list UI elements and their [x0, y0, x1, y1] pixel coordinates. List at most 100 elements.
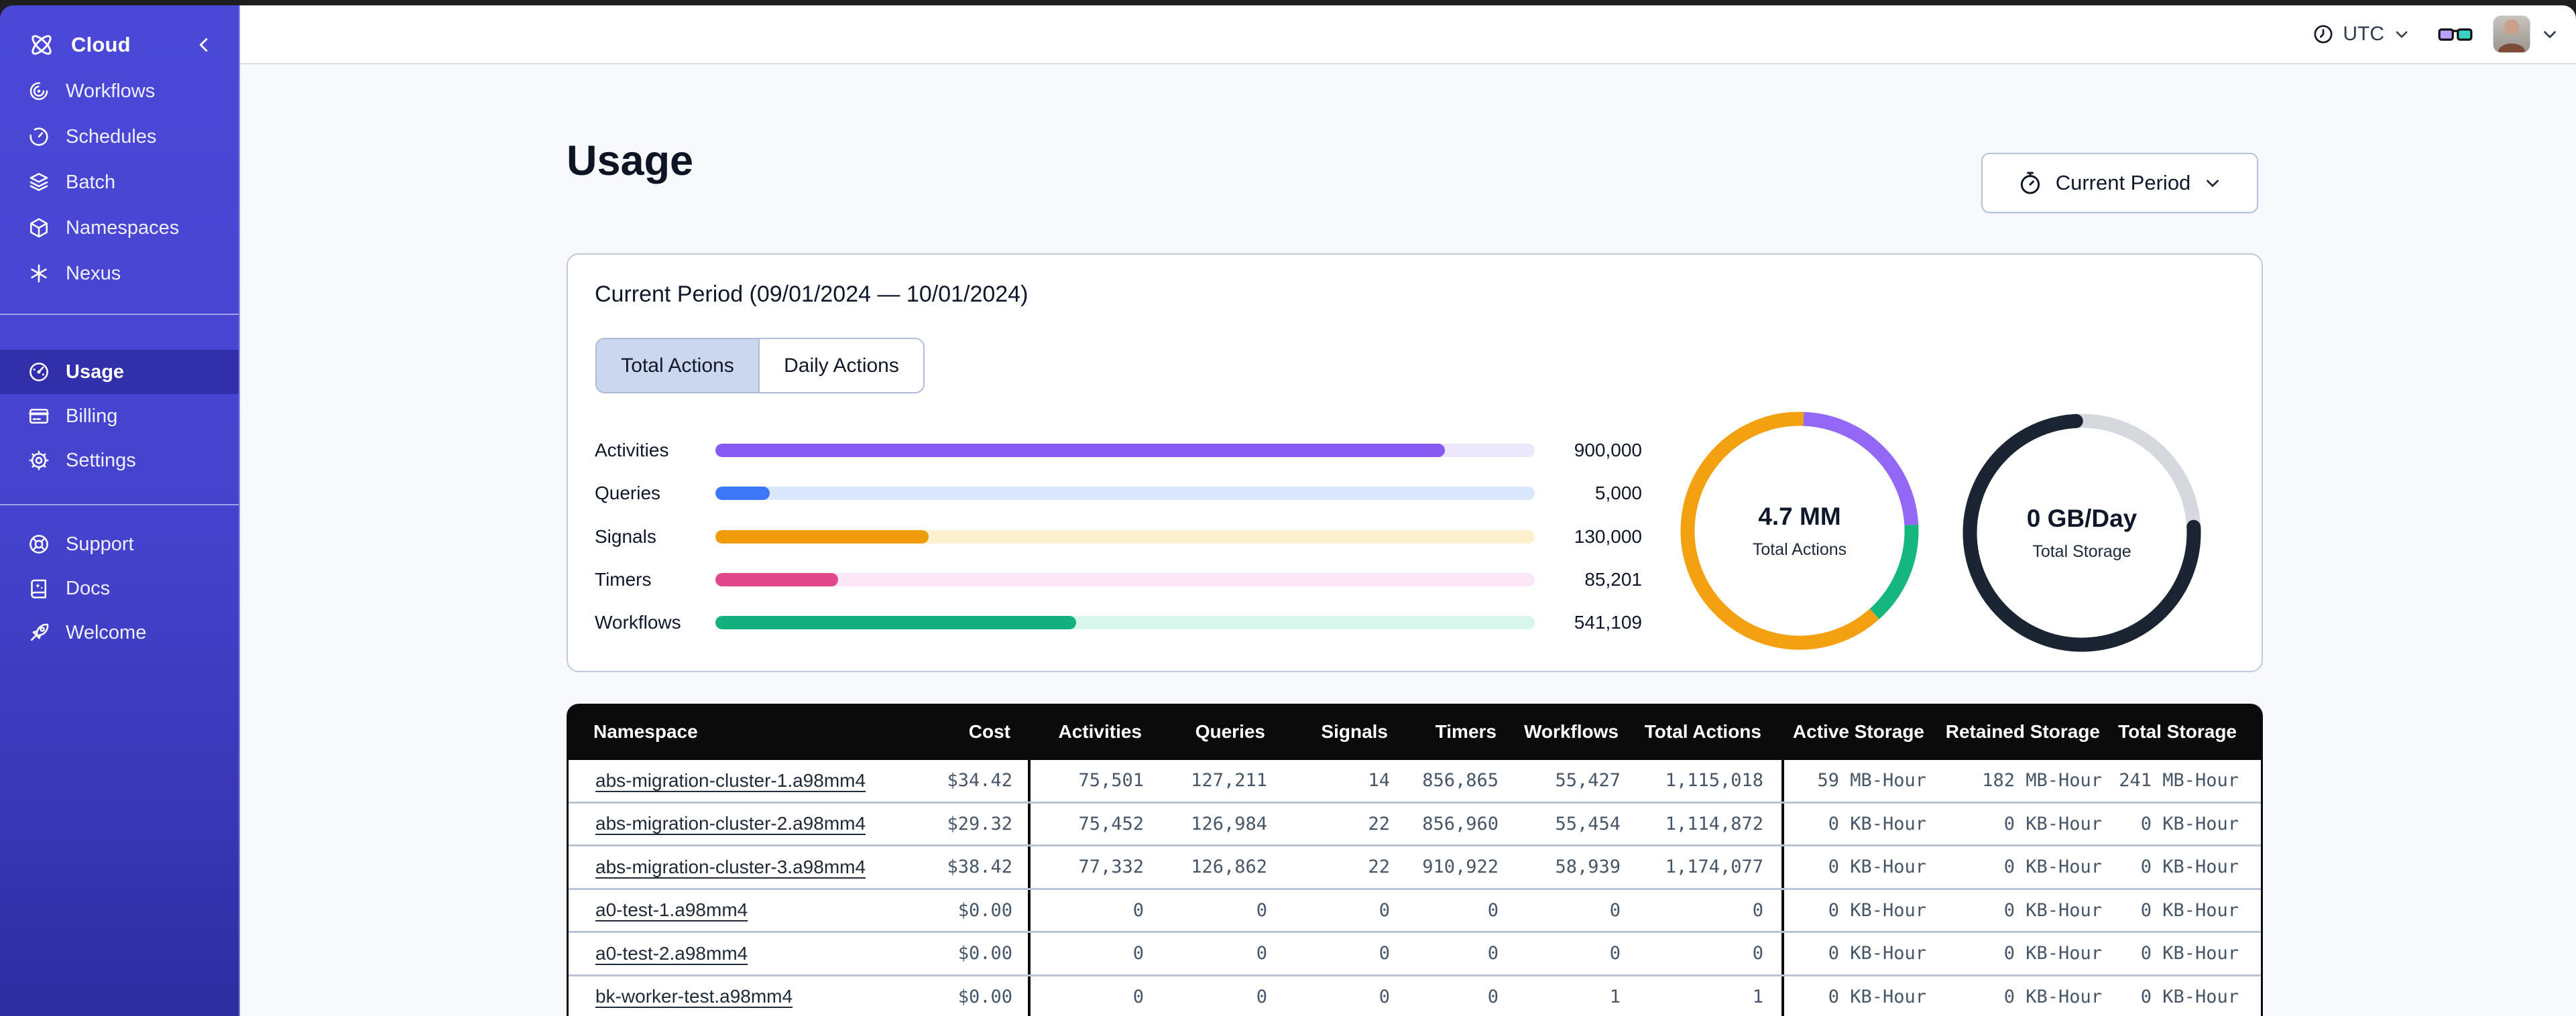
- account-menu-button[interactable]: [2540, 24, 2560, 44]
- timezone-selector[interactable]: UTC: [2312, 23, 2411, 46]
- sidebar-item-label: Billing: [66, 405, 118, 427]
- app-window: Cloud Workflows Schedules Batch Namespac…: [0, 0, 2576, 1016]
- table-cell: 0: [1487, 986, 1499, 1007]
- page-title: Usage: [567, 137, 694, 184]
- table-cell: 22: [1368, 856, 1390, 878]
- table-row: bk-worker-test.a98mm4 $0.00 0 0 0 0 1 1 0 KB-Hou…: [569, 976, 2261, 1016]
- table-cell: $0.00: [957, 899, 1012, 921]
- table-header: Namespace Cost Activities Queries Signal…: [567, 704, 2263, 760]
- namespace-link[interactable]: a0-test-1.a98mm4: [595, 899, 748, 921]
- table-cell: 126,984: [1191, 813, 1267, 834]
- namespace-link[interactable]: abs-migration-cluster-1.a98mm4: [595, 770, 866, 791]
- queries-bar: [715, 487, 1535, 500]
- batch-icon: [30, 173, 48, 191]
- chevron-down-icon: [2207, 180, 2219, 187]
- table-cell: 55,454: [1555, 813, 1621, 834]
- workflows-icon: [30, 82, 48, 101]
- labs-glasses-button[interactable]: [2438, 23, 2473, 45]
- namespaces-icon: [30, 218, 48, 238]
- table-cell: 1,115,018: [1665, 770, 1763, 791]
- tab-daily-actions[interactable]: Daily Actions: [758, 339, 923, 392]
- col-header-active-storage: Active Storage: [1792, 721, 1924, 742]
- table-cell: 0: [1256, 986, 1267, 1007]
- table-cell: 127,211: [1191, 770, 1267, 791]
- table-cell: 0 KB-Hour: [2140, 986, 2239, 1007]
- sidebar-item-docs[interactable]: Docs: [0, 566, 239, 611]
- nexus-icon: [31, 264, 47, 283]
- col-header-namespace: Namespace: [593, 721, 698, 742]
- table-cell: $29.32: [947, 813, 1012, 834]
- namespace-cell: abs-migration-cluster-1.a98mm4: [569, 760, 887, 802]
- namespace-link[interactable]: a0-test-2.a98mm4: [595, 943, 748, 964]
- bar-row-workflows: Workflows 541,109: [595, 609, 1642, 636]
- table-cell: 910,922: [1422, 856, 1499, 878]
- table-cell: 0 KB-Hour: [2003, 986, 2102, 1007]
- table-cell: 75,501: [1028, 760, 1151, 802]
- sidebar-item-settings[interactable]: Settings: [0, 438, 239, 483]
- namespace-link[interactable]: bk-worker-test.a98mm4: [595, 986, 793, 1007]
- namespace-link[interactable]: abs-migration-cluster-2.a98mm4: [595, 813, 866, 834]
- table-cell: 0 KB-Hour: [2003, 943, 2102, 964]
- tab-total-actions[interactable]: Total Actions: [597, 339, 758, 392]
- table-cell: 55,427: [1555, 770, 1621, 791]
- bar-label: Signals: [595, 526, 656, 547]
- table-cell: 0 KB-Hour: [2140, 856, 2239, 878]
- bar-row-timers: Timers 85,201: [595, 566, 1642, 593]
- bar-label: Workflows: [595, 612, 681, 633]
- card-title: Current Period (09/01/2024 — 10/01/2024): [595, 281, 1029, 307]
- total-storage-donut: 0 GB/Day Total Storage: [1948, 399, 2216, 667]
- sidebar-item-namespaces[interactable]: Namespaces: [0, 205, 239, 251]
- table-cell: 0: [1028, 889, 1151, 931]
- table-row: abs-migration-cluster-1.a98mm4 $34.42 75,5…: [569, 760, 2261, 804]
- collapse-sidebar-icon[interactable]: [193, 21, 216, 68]
- sidebar-item-nexus[interactable]: Nexus: [0, 251, 239, 296]
- bar-value: 130,000: [1574, 526, 1642, 547]
- topbar: UTC: [240, 5, 2576, 64]
- sidebar-item-welcome[interactable]: Welcome: [0, 611, 239, 655]
- table-cell: 59 MB-Hour: [1781, 760, 1933, 802]
- bar-value: 85,201: [1584, 569, 1642, 590]
- table-cell: $0.00: [957, 986, 1012, 1007]
- table-row: abs-migration-cluster-2.a98mm4 $29.32 75,4…: [569, 803, 2261, 846]
- table-cell: 182 MB-Hour: [1982, 770, 2102, 791]
- table-cell: 0 KB-Hour: [2140, 943, 2239, 964]
- bar-value: 900,000: [1574, 440, 1642, 460]
- bar-label: Queries: [595, 483, 661, 503]
- welcome-icon: [30, 623, 49, 641]
- table-cell: 0: [1752, 943, 1763, 964]
- sidebar-item-usage[interactable]: Usage: [0, 350, 239, 394]
- table-row: a0-test-1.a98mm4 $0.00 0 0 0 0 0 0 0 KB-Hour 0 KB…: [569, 889, 2261, 933]
- sidebar-item-schedules[interactable]: Schedules: [0, 114, 239, 160]
- sidebar: Cloud Workflows Schedules Batch Namespac…: [0, 5, 240, 1016]
- period-selector-button[interactable]: Current Period: [1981, 153, 2258, 213]
- bar-row-activities: Activities 900,000: [595, 437, 1642, 464]
- main-content: Usage Current Period Current Period (09/…: [240, 64, 2576, 1016]
- bar-row-signals: Signals 130,000: [595, 523, 1642, 550]
- table-cell: 0: [1609, 899, 1621, 921]
- col-header-signals: Signals: [1321, 721, 1388, 742]
- sidebar-brand-label: Cloud: [71, 33, 131, 56]
- namespace-link[interactable]: abs-migration-cluster-3.a98mm4: [595, 856, 866, 878]
- sidebar-brand[interactable]: Cloud: [0, 21, 239, 68]
- sidebar-item-batch[interactable]: Batch: [0, 160, 239, 205]
- sidebar-item-support[interactable]: Support: [0, 522, 239, 566]
- table-cell: 58,939: [1555, 856, 1621, 878]
- avatar[interactable]: [2493, 15, 2530, 53]
- total-storage-caption: Total Storage: [2032, 542, 2131, 561]
- col-header-total-actions: Total Actions: [1644, 721, 1761, 742]
- namespace-cell: a0-test-2.a98mm4: [569, 933, 887, 974]
- tab-label: Total Actions: [621, 354, 734, 377]
- table-cell: 856,865: [1422, 770, 1499, 791]
- bar-label: Activities: [595, 440, 669, 460]
- table-cell: 22: [1368, 813, 1390, 834]
- usage-icon: [30, 363, 48, 381]
- namespace-cell: a0-test-1.a98mm4: [569, 890, 887, 932]
- sidebar-item-billing[interactable]: Billing: [0, 394, 239, 438]
- timers-bar: [715, 573, 1535, 586]
- table-cell: 856,960: [1422, 813, 1499, 834]
- table-cell: 0: [1609, 943, 1621, 964]
- namespace-cell: bk-worker-test.a98mm4: [569, 976, 887, 1016]
- chevron-down-icon: [2544, 31, 2556, 38]
- sidebar-item-workflows[interactable]: Workflows: [0, 68, 239, 114]
- namespace-usage-table: Namespace Cost Activities Queries Signal…: [567, 704, 2263, 1016]
